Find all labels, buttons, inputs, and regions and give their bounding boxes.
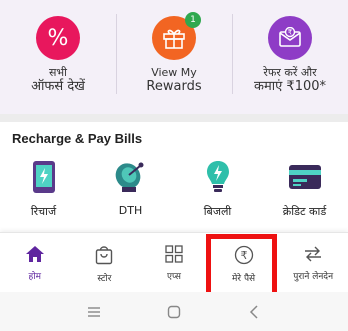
refer-tile[interactable]: ₹ रेफर करें और कमाएं ₹100*: [232, 0, 348, 114]
home-system-button[interactable]: [163, 301, 185, 323]
apps-grid-icon: [165, 245, 183, 263]
nav-tab-transactions[interactable]: पुराने लेनदेन: [278, 233, 348, 292]
nav-tab-label: स्टोर: [97, 274, 112, 284]
rewards-label: View My Rewards: [146, 66, 202, 94]
home-square-icon: [167, 305, 181, 318]
nav-tab-label: मेरे पैसे: [232, 274, 256, 284]
svg-text:₹: ₹: [240, 249, 247, 262]
recharge-section-title: Recharge & Pay Bills: [12, 131, 143, 146]
store-bag-icon: [96, 246, 113, 265]
svg-text:₹: ₹: [288, 29, 293, 37]
promo-row: % सभी ऑफर्स देखें 1 View My Rewards ₹ रे…: [0, 0, 348, 114]
recharge-item-label: रिचार्ज: [30, 205, 57, 218]
back-chevron-icon: [249, 304, 258, 319]
offers-tile[interactable]: % सभी ऑफर्स देखें: [0, 0, 116, 114]
nav-tab-store[interactable]: स्टोर: [70, 233, 140, 292]
nav-tab-label: एप्स: [167, 272, 181, 282]
recharge-item-label: क्रेडिट कार्ड: [282, 205, 327, 218]
recharge-item-dth[interactable]: DTH: [87, 160, 174, 220]
satellite-dish-icon: [112, 160, 150, 194]
percent-icon: %: [36, 16, 80, 60]
nav-tab-label: पुराने लेनदेन: [293, 272, 334, 282]
mobile-recharge-icon: [25, 160, 63, 194]
nav-tab-home[interactable]: होम: [0, 233, 70, 292]
recharge-item-mobile[interactable]: रिचार्ज: [0, 160, 87, 220]
recents-button[interactable]: [83, 301, 105, 323]
nav-tab-apps[interactable]: एप्स: [139, 233, 209, 292]
gift-icon: 1: [152, 12, 201, 60]
rewards-count-badge: 1: [185, 12, 201, 28]
transactions-arrows-icon: [305, 246, 322, 262]
recharge-item-label: DTH: [118, 204, 143, 217]
system-navigation-bar: [0, 292, 348, 331]
nav-tab-label: होम: [28, 272, 42, 282]
recharge-item-label: बिजली: [203, 205, 232, 218]
offers-label: सभी ऑफर्स देखें: [31, 66, 85, 94]
bottom-navigation: होम स्टोर एप्स ₹ मेरे पैसे पुराने लेनदेन: [0, 232, 348, 292]
recharge-grid: रिचार्ज DTH बिजली क्रेडिट कार्ड: [0, 160, 348, 220]
bulb-icon: [199, 160, 237, 194]
refer-label: रेफर करें और कमाएं ₹100*: [253, 66, 327, 94]
home-icon: [25, 246, 44, 262]
back-button[interactable]: [243, 301, 265, 323]
rewards-tile[interactable]: 1 View My Rewards: [116, 0, 232, 114]
recharge-item-electricity[interactable]: बिजली: [174, 160, 261, 220]
refer-envelope-icon: ₹: [268, 16, 312, 60]
recents-icon: [88, 306, 100, 317]
credit-card-icon: [286, 160, 324, 194]
recharge-item-credit-card[interactable]: क्रेडिट कार्ड: [261, 160, 348, 220]
section-divider: [0, 114, 348, 122]
nav-tab-my-money[interactable]: ₹ मेरे पैसे: [209, 233, 279, 292]
rupee-circle-icon: ₹: [234, 245, 253, 265]
